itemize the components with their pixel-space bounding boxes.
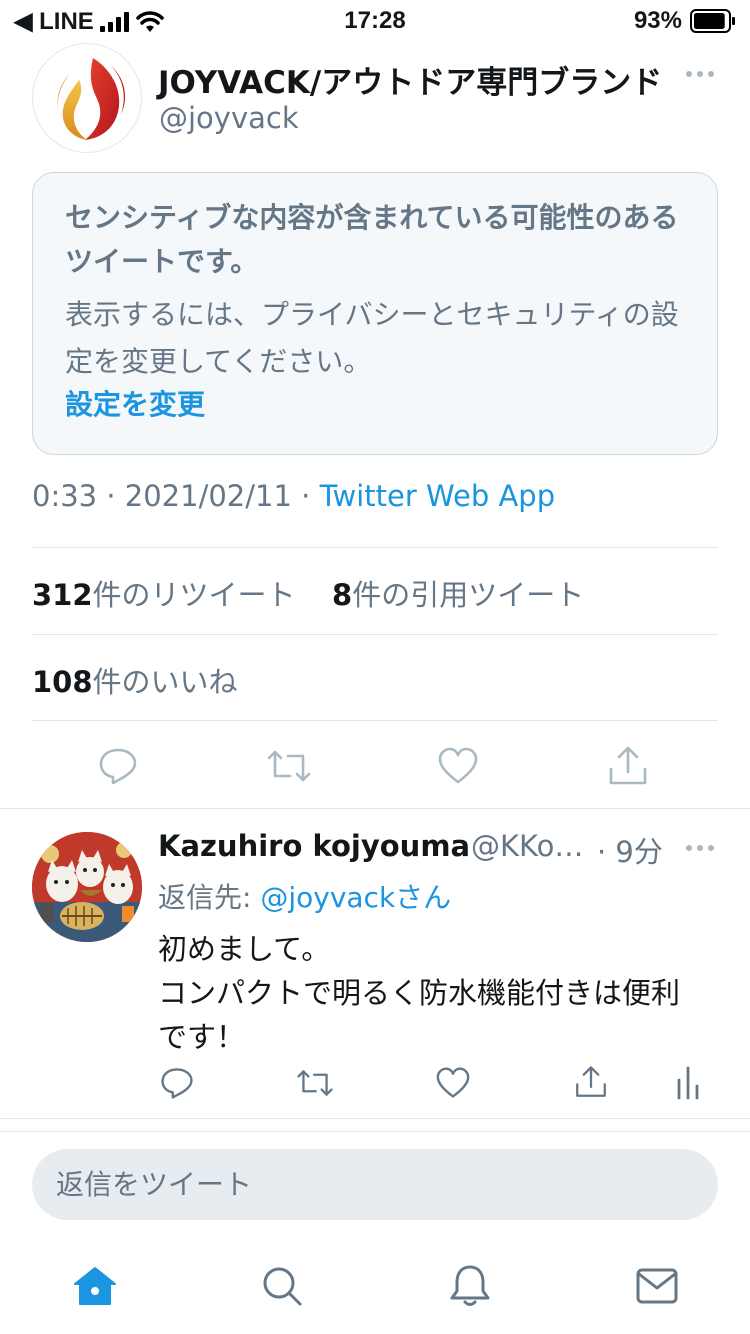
analytics-icon[interactable] [676,1066,700,1100]
retweets-stat[interactable]: 312件のリツイート [32,578,296,612]
change-settings-link[interactable]: 設定を変更 [65,383,205,423]
meta-separator-2: · [291,479,320,513]
author-handle[interactable]: @joyvack [159,101,299,135]
reply-author-handle[interactable]: @KKo… [471,829,583,863]
sensitive-notice-title: センシティブな内容が含まれている可能性のあるツイートです。 [65,201,679,278]
retweet-quote-stats: 312件のリツイート 8件の引用ツイート [32,572,584,614]
divider [0,808,750,809]
tweet-source-link[interactable]: Twitter Web App [320,479,556,513]
quotes-count: 8 [332,578,353,612]
share-icon[interactable] [574,1065,608,1099]
quotes-stat[interactable]: 8件の引用ツイート [332,578,584,612]
likes-stat[interactable]: 108件のいいね [32,659,238,701]
reply-timestamp: · 9分 [597,835,663,869]
meta-separator-1: · [97,479,125,513]
divider [32,720,718,721]
battery-icon [690,9,735,33]
sensitive-notice-description: 表示するには、プライバシーとセキュリティの設定を変更してください。 [65,298,679,378]
retweets-label: 件のリツイート [92,578,296,612]
divider [0,1131,750,1132]
reply-text: 初めまして。 コンパクトで明るく防水機能付きは便利 です！ [158,927,728,1059]
reply-author-avatar[interactable] [32,832,142,942]
reply-icon[interactable] [160,1066,194,1100]
search-icon[interactable] [261,1265,303,1307]
likes-count: 108 [32,665,93,699]
messages-icon[interactable] [636,1268,678,1304]
like-icon[interactable] [436,1067,470,1099]
more-options-icon[interactable] [684,64,716,84]
likes-label: 件のいいね [92,665,238,699]
reply-text-line: コンパクトで明るく防水機能付きは便利 [158,976,681,1010]
retweets-count: 312 [32,578,93,612]
author-avatar[interactable] [32,43,142,153]
reply-to-line: 返信先: @joyvackさん [158,876,451,916]
cats-illustration-avatar [32,832,142,942]
home-icon[interactable] [73,1266,117,1306]
reply-icon[interactable] [98,746,138,786]
tweet-meta: 0:33 · 2021/02/11 · Twitter Web App [32,479,555,513]
divider [32,547,718,548]
tweet-time: 0:33 [32,479,98,513]
divider [32,634,718,635]
retweet-icon[interactable] [296,1066,334,1100]
battery-percent: 93% [633,7,682,34]
reply-text-line: です！ [158,1020,246,1054]
retweet-icon[interactable] [266,746,312,786]
sensitive-content-notice: センシティブな内容が含まれている可能性のあるツイートです。 表示するには、プライ… [32,172,718,455]
reply-to-handle-link[interactable]: @joyvackさん [260,881,451,914]
author-name[interactable]: JOYVACK/アウトドア専門ブランド [158,57,662,102]
tweet-date: 2021/02/11 [124,479,292,513]
quotes-label: 件の引用ツイート [352,578,585,612]
joyvack-logo [57,58,126,140]
more-options-icon[interactable] [684,838,716,858]
divider [0,1118,750,1119]
reply-input[interactable] [56,1149,696,1220]
like-icon[interactable] [438,747,478,785]
notifications-icon[interactable] [449,1263,491,1307]
status-bar: ◀ LINE 17:28 93% [0,0,750,40]
reply-author-name[interactable]: Kazuhiro kojyouma [158,829,470,863]
reply-composer[interactable] [32,1149,718,1220]
reply-text-line: 初めまして。 [158,932,331,966]
status-bar-right: 93% [634,7,736,35]
share-icon[interactable] [607,745,649,787]
reply-to-label: 返信先: [158,881,261,914]
